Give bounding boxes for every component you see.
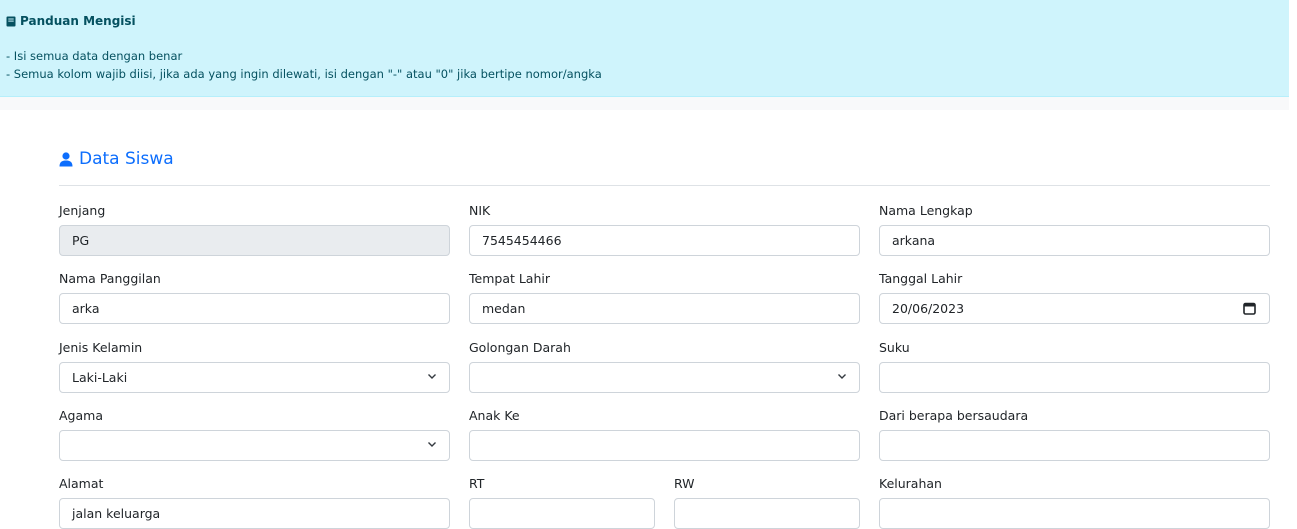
rw-input[interactable] bbox=[674, 498, 860, 529]
label-suku: Suku bbox=[879, 340, 910, 355]
user-icon bbox=[59, 151, 73, 166]
guide-title-text: Panduan Mengisi bbox=[20, 14, 136, 28]
alamat-value: jalan keluarga bbox=[72, 506, 161, 521]
label-dari-berapa-bersaudara: Dari berapa bersaudara bbox=[879, 408, 1029, 423]
label-nik: NIK bbox=[469, 203, 491, 218]
alamat-input[interactable]: jalan keluarga bbox=[59, 498, 450, 529]
label-jenis-kelamin: Jenis Kelamin bbox=[59, 340, 143, 355]
chevron-down-icon bbox=[428, 442, 436, 447]
section-title-text: Data Siswa bbox=[79, 149, 174, 169]
jenjang-field: PG bbox=[59, 225, 450, 256]
guide-alert: Panduan Mengisi - Isi semua data dengan … bbox=[0, 0, 1289, 97]
tempat-lahir-input[interactable]: medan bbox=[469, 293, 860, 324]
chevron-down-icon bbox=[428, 374, 436, 379]
nama-panggilan-value: arka bbox=[72, 301, 100, 316]
book-icon bbox=[6, 16, 16, 26]
label-rt: RT bbox=[469, 476, 485, 491]
nama-lengkap-value: arkana bbox=[892, 233, 936, 248]
nama-lengkap-input[interactable]: arkana bbox=[879, 225, 1270, 256]
alert-spacer bbox=[0, 97, 1289, 110]
guide-line-2: - Semua kolom wajib diisi, jika ada yang… bbox=[6, 67, 602, 81]
label-jenjang: Jenjang bbox=[59, 203, 106, 218]
label-tanggal-lahir: Tanggal Lahir bbox=[879, 271, 963, 286]
label-nama-panggilan: Nama Panggilan bbox=[59, 271, 161, 286]
jenis-kelamin-select[interactable]: Laki-Laki bbox=[59, 362, 450, 393]
label-alamat: Alamat bbox=[59, 476, 104, 491]
label-golongan-darah: Golongan Darah bbox=[469, 340, 571, 355]
label-rw: RW bbox=[674, 476, 695, 491]
label-kelurahan: Kelurahan bbox=[879, 476, 942, 491]
rt-input[interactable] bbox=[469, 498, 655, 529]
nik-input[interactable]: 7545454466 bbox=[469, 225, 860, 256]
chevron-down-icon bbox=[838, 374, 846, 379]
suku-input[interactable] bbox=[879, 362, 1270, 393]
nama-panggilan-input[interactable]: arka bbox=[59, 293, 450, 324]
section-divider bbox=[59, 185, 1270, 186]
tempat-lahir-value: medan bbox=[482, 301, 526, 316]
label-anak-ke: Anak Ke bbox=[469, 408, 520, 423]
jenis-kelamin-value: Laki-Laki bbox=[72, 370, 128, 385]
jenjang-value: PG bbox=[72, 233, 90, 248]
label-tempat-lahir: Tempat Lahir bbox=[469, 271, 551, 286]
section-title: Data Siswa bbox=[59, 148, 174, 170]
tanggal-lahir-input[interactable]: 20/06/2023 bbox=[879, 293, 1270, 324]
agama-select[interactable] bbox=[59, 430, 450, 461]
label-nama-lengkap: Nama Lengkap bbox=[879, 203, 973, 218]
anak-ke-input[interactable] bbox=[469, 430, 860, 461]
golongan-darah-select[interactable] bbox=[469, 362, 860, 393]
label-agama: Agama bbox=[59, 408, 103, 423]
dari-berapa-bersaudara-input[interactable] bbox=[879, 430, 1270, 461]
nik-value: 7545454466 bbox=[482, 233, 562, 248]
kelurahan-input[interactable] bbox=[879, 498, 1270, 529]
guide-line-1: - Isi semua data dengan benar bbox=[6, 49, 183, 63]
guide-title: Panduan Mengisi bbox=[6, 14, 136, 28]
tanggal-lahir-value: 20/06/2023 bbox=[892, 301, 965, 316]
calendar-icon[interactable] bbox=[1243, 302, 1256, 315]
